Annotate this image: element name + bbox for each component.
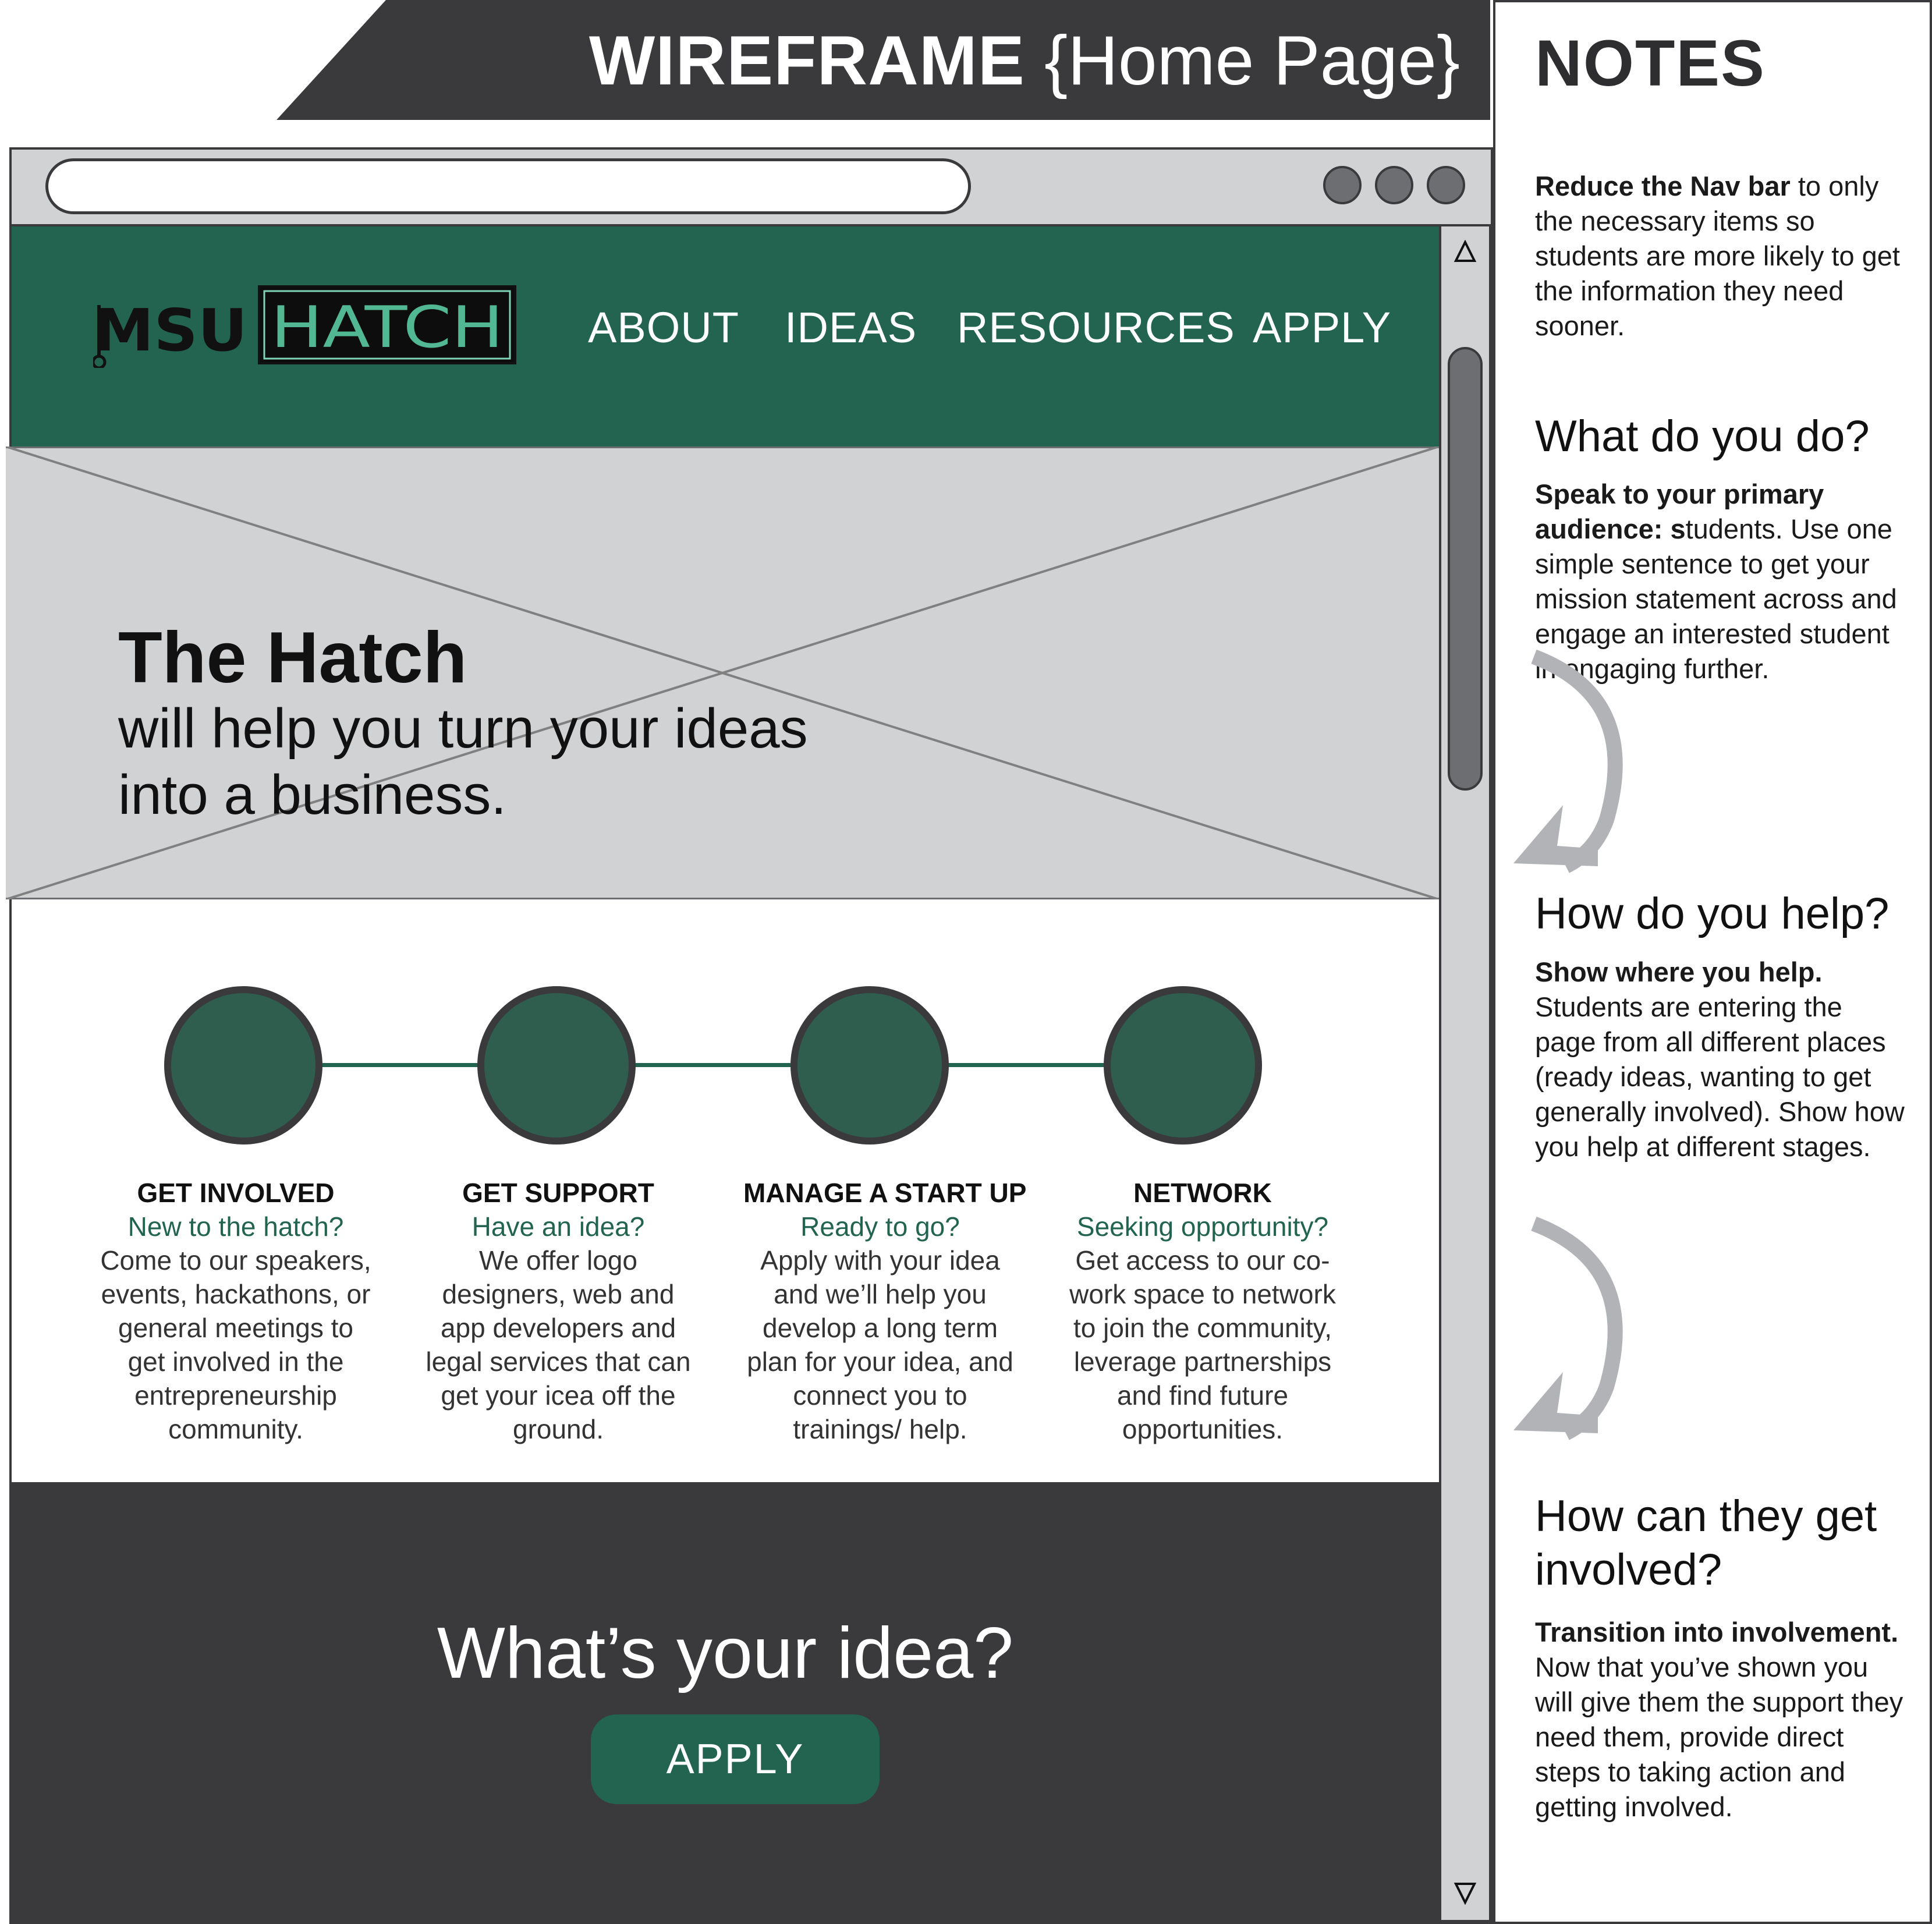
notes-panel: NOTES Reduce the Nav bar to only the nec… bbox=[1493, 0, 1932, 1924]
cta-title: What’s your idea? bbox=[437, 1613, 1014, 1693]
step-question: Have an idea? bbox=[472, 1211, 645, 1242]
curved-arrow-icon bbox=[1513, 1216, 1623, 1440]
step-title: GET SUPPORT bbox=[462, 1178, 654, 1208]
step-body: Get access to our co-work space to netwo… bbox=[1069, 1245, 1336, 1444]
step-question: Seeking opportunity? bbox=[1076, 1211, 1329, 1242]
curved-arrow-icon bbox=[1513, 649, 1623, 873]
steps-connector-line bbox=[320, 1063, 1123, 1067]
nav-link-about[interactable]: ABOUT bbox=[588, 302, 739, 354]
apply-button[interactable]: APPLY bbox=[591, 1714, 880, 1804]
svg-text:HATCH: HATCH bbox=[271, 295, 504, 361]
note-heading-how: How do you help? bbox=[1535, 889, 1890, 938]
step-question: New to the hatch? bbox=[127, 1211, 344, 1242]
banner-title-bold: WIREFRAME bbox=[589, 22, 1025, 100]
notes-title: NOTES bbox=[1535, 27, 1766, 100]
logo-graphic: MSU HATCH bbox=[91, 285, 516, 370]
step-manage-start-up: MANAGE A START UP Ready to go? Apply wit… bbox=[743, 1176, 1027, 1446]
banner-title-wrap: WIREFRAME {Home Page} bbox=[0, 0, 1490, 120]
note-bold: Show where you help. bbox=[1535, 956, 1823, 987]
step-get-involved: GET INVOLVED New to the hatch? Come to o… bbox=[99, 1176, 373, 1446]
msu-hatch-logo[interactable]: MSU HATCH bbox=[91, 282, 518, 370]
svg-text:MSU: MSU bbox=[93, 296, 247, 364]
nav-link-resources[interactable]: RESOURCES bbox=[957, 302, 1235, 354]
address-bar[interactable] bbox=[45, 158, 971, 214]
window-control-icon[interactable] bbox=[1375, 166, 1413, 204]
nav-link-apply[interactable]: APPLY bbox=[1253, 302, 1391, 354]
note-bold: Reduce the Nav bar bbox=[1535, 171, 1791, 201]
step-body: Apply with your idea and we’ll help you … bbox=[747, 1245, 1013, 1444]
scrollbar-thumb[interactable] bbox=[1448, 347, 1483, 791]
step-title: MANAGE A START UP bbox=[743, 1178, 1027, 1208]
banner-title-light: {Home Page} bbox=[1044, 22, 1460, 100]
scroll-up-icon[interactable] bbox=[1454, 240, 1477, 263]
note-how: Show where you help. Students are enteri… bbox=[1535, 955, 1908, 1164]
nav-link-ideas[interactable]: IDEAS bbox=[785, 302, 917, 354]
step-circle-get-involved[interactable] bbox=[164, 986, 322, 1145]
step-network: NETWORK Seeking opportunity? Get access … bbox=[1066, 1176, 1339, 1446]
step-title: NETWORK bbox=[1133, 1178, 1272, 1208]
banner-title: WIREFRAME {Home Page} bbox=[589, 20, 1460, 101]
note-bold: Transition into involvement. bbox=[1535, 1617, 1899, 1647]
step-circle-get-support[interactable] bbox=[477, 986, 636, 1145]
step-circle-network[interactable] bbox=[1104, 986, 1262, 1145]
cta-section bbox=[12, 1482, 1439, 1924]
note-text: Now that you’ve shown you will give them… bbox=[1535, 1652, 1903, 1822]
hero-title: The Hatch bbox=[118, 618, 467, 698]
step-question: Ready to go? bbox=[800, 1211, 960, 1242]
step-title: GET INVOLVED bbox=[137, 1178, 335, 1208]
note-heading-involved: How can they get involved? bbox=[1535, 1491, 1877, 1595]
step-body: Come to our speakers, events, hackathons… bbox=[100, 1245, 371, 1444]
note-nav-bar: Reduce the Nav bar to only the necessary… bbox=[1535, 169, 1908, 343]
window-control-icon[interactable] bbox=[1323, 166, 1362, 204]
note-text: Students are entering the page from all … bbox=[1535, 991, 1905, 1162]
note-heading-what: What do you do? bbox=[1535, 412, 1870, 461]
note-involved: Transition into involvement. Now that yo… bbox=[1535, 1615, 1908, 1824]
window-control-icon[interactable] bbox=[1427, 166, 1465, 204]
step-body: We offer logo designers, web and app dev… bbox=[426, 1245, 691, 1444]
step-get-support: GET SUPPORT Have an idea? We offer logo … bbox=[421, 1176, 695, 1446]
step-circle-manage-start-up[interactable] bbox=[790, 986, 949, 1145]
hero-subtitle: will help you turn your ideas into a bus… bbox=[118, 697, 808, 826]
scroll-down-icon[interactable] bbox=[1454, 1882, 1477, 1905]
